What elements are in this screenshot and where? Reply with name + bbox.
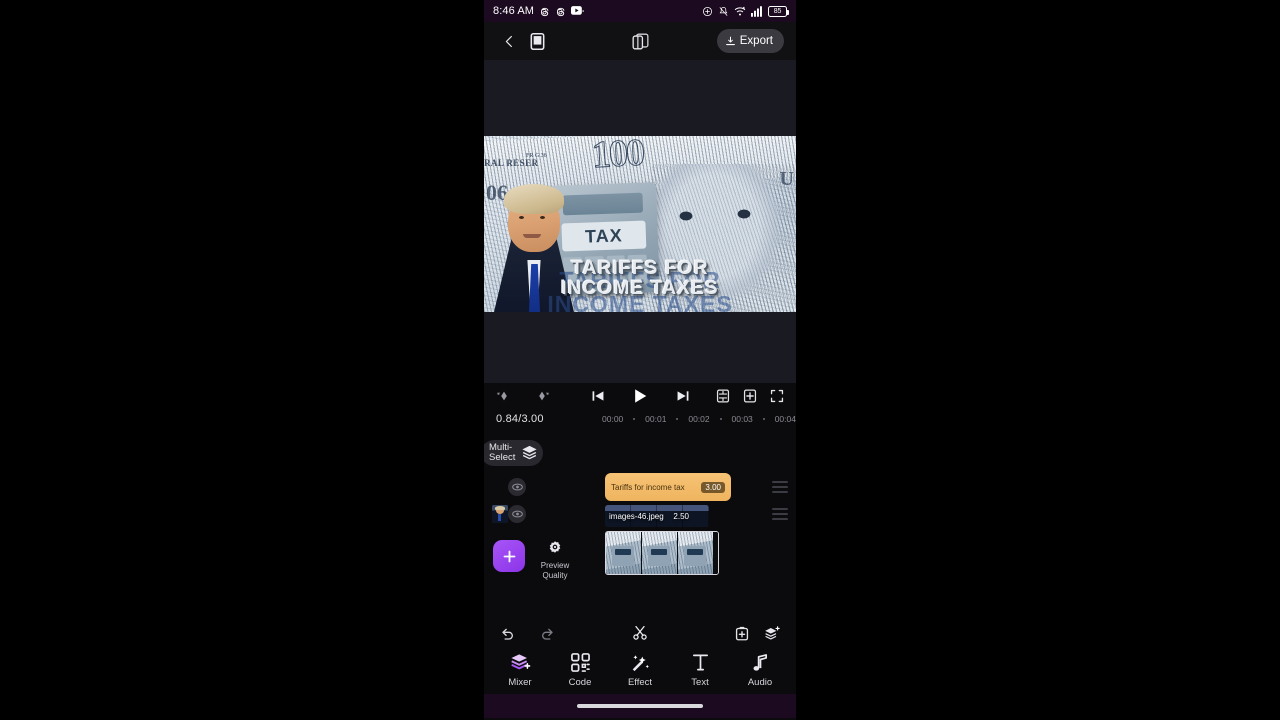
export-button[interactable]: Export xyxy=(716,29,784,53)
playback-controls xyxy=(484,383,796,408)
ruler-tick: 00:02 xyxy=(688,414,710,424)
ruler-tick: 00:03 xyxy=(731,414,753,424)
nav-item-text[interactable]: Text xyxy=(675,653,725,688)
add-clip-icon[interactable] xyxy=(735,626,749,641)
text-overlay[interactable]: TARIFFS FOR INCOME TAXES xyxy=(484,257,796,300)
nav-item-code[interactable]: Code xyxy=(555,652,605,688)
time-ruler-row: 0.84/3.00 00:00 00:01 00:02 00:03 00:04 xyxy=(484,408,796,430)
skip-back-icon[interactable] xyxy=(591,389,605,403)
multi-select-button[interactable]: Multi-Select xyxy=(484,440,543,466)
bill-denomination-text: 100 xyxy=(590,136,645,177)
track-visibility-toggle[interactable] xyxy=(508,505,526,523)
layers-add-icon[interactable] xyxy=(764,625,780,641)
track-thumbnail xyxy=(492,505,508,523)
back-button[interactable] xyxy=(496,28,522,54)
code-qr-icon xyxy=(570,652,590,672)
layers-icon xyxy=(521,445,538,460)
current-time-display: 0.84/3.00 xyxy=(496,413,544,425)
status-bar-right: 85 xyxy=(702,5,789,17)
text-overlay-line-1: TARIFFS FOR xyxy=(571,257,709,279)
export-label: Export xyxy=(739,35,773,47)
skip-forward-icon[interactable] xyxy=(676,389,690,403)
music-note-icon xyxy=(752,653,769,672)
add-media-button[interactable] xyxy=(493,540,525,572)
nav-label: Audio xyxy=(747,676,773,688)
timeline-area[interactable]: Multi-Select Preview Quality Tariffs for… xyxy=(484,430,796,620)
fullscreen-icon[interactable] xyxy=(770,389,784,403)
clip-actions xyxy=(735,625,780,641)
align-icon[interactable] xyxy=(716,389,730,403)
clip-duration: 2.50 xyxy=(673,511,689,521)
editor-top-bar: Export xyxy=(484,22,796,60)
signal-icon xyxy=(751,5,763,17)
clip-name: Tariffs for income tax xyxy=(611,482,685,492)
wifi-icon xyxy=(734,6,746,17)
text-t-icon xyxy=(691,653,710,672)
preview-quality-button[interactable]: Preview Quality xyxy=(528,540,582,581)
mute-icon xyxy=(718,6,729,17)
timeline-clip-image[interactable]: images-46.jpeg 2.50 xyxy=(605,505,709,527)
nav-item-audio[interactable]: Audio xyxy=(735,653,785,688)
phone-screen: 8:46 AM 85 Export 100 RAL RESER FR G 36 … xyxy=(484,0,796,720)
gesture-pill xyxy=(577,704,703,708)
ruler-tick: 00:01 xyxy=(645,414,667,424)
nav-label: Code xyxy=(568,676,592,688)
video-preview-area[interactable]: 100 RAL RESER FR G 36 06 U TAX TARIFFS F… xyxy=(484,60,796,383)
video-frame-thumb xyxy=(606,532,642,574)
youtube-icon xyxy=(571,6,584,16)
nav-label: Effect xyxy=(627,676,653,688)
scissors-icon[interactable] xyxy=(632,625,648,641)
text-overlay-line-2: INCOME TAXES xyxy=(561,278,719,300)
screenshot-root: 8:46 AM 85 Export 100 RAL RESER FR G 36 … xyxy=(0,0,1280,720)
location-icon xyxy=(702,6,713,17)
track-visibility-toggle[interactable] xyxy=(508,478,526,496)
status-bar: 8:46 AM 85 xyxy=(484,0,796,22)
drag-handle-icon[interactable] xyxy=(772,481,788,493)
play-icon[interactable] xyxy=(633,388,648,404)
preview-quality-label: Preview Quality xyxy=(540,561,570,580)
video-frame-thumb xyxy=(642,532,678,574)
mixer-layers-icon xyxy=(510,653,531,672)
drag-handle-icon[interactable] xyxy=(772,508,788,520)
nav-label: Text xyxy=(691,676,709,688)
clip-duration: 3.00 xyxy=(701,481,725,493)
ruler-tick: 00:04 xyxy=(774,414,796,424)
status-bar-left: 8:46 AM xyxy=(493,5,584,17)
nav-label: Mixer xyxy=(508,676,532,688)
gesture-bar[interactable] xyxy=(484,694,796,718)
quality-eye-icon xyxy=(528,540,582,557)
threads-icon xyxy=(539,6,550,17)
timeline-clip-video[interactable] xyxy=(605,531,719,575)
nav-item-mixer[interactable]: Mixer xyxy=(495,653,545,688)
nav-item-effect[interactable]: Effect xyxy=(615,653,665,688)
eye-shape xyxy=(540,216,545,219)
status-bar-clock: 8:46 AM xyxy=(493,5,535,17)
edit-tool-bar xyxy=(484,620,796,646)
bottom-nav: Mixer Code Effect Text Audio xyxy=(484,646,796,694)
video-frame: 100 RAL RESER FR G 36 06 U TAX TARIFFS F… xyxy=(484,136,796,312)
clip-name: images-46.jpeg xyxy=(609,511,664,521)
add-frame-icon[interactable] xyxy=(743,389,757,403)
download-icon xyxy=(725,36,736,47)
aspect-ratio-button[interactable] xyxy=(522,26,552,56)
clip-trim-tail[interactable] xyxy=(714,532,718,574)
clip-image-overlay: images-46.jpeg 2.50 xyxy=(605,512,709,521)
canvas-layout-button[interactable] xyxy=(625,26,655,56)
bill-serial-text: FR G 36 xyxy=(526,153,547,159)
multi-select-label: Multi-Select xyxy=(489,442,516,463)
eye-shape xyxy=(519,216,524,219)
ruler-tick: 00:00 xyxy=(602,414,624,424)
threads-icon xyxy=(555,6,566,17)
bill-right-letter: U xyxy=(779,168,794,190)
magic-wand-icon xyxy=(630,653,650,672)
hair-shape xyxy=(504,184,564,214)
timeline-ruler[interactable]: 00:00 00:01 00:02 00:03 00:04 xyxy=(602,414,796,424)
video-frame-thumb xyxy=(678,532,714,574)
mouth-shape xyxy=(523,234,541,238)
battery-indicator: 85 xyxy=(768,5,789,17)
timeline-clip-text[interactable]: Tariffs for income tax 3.00 xyxy=(605,473,731,501)
preview-tools xyxy=(716,389,784,403)
